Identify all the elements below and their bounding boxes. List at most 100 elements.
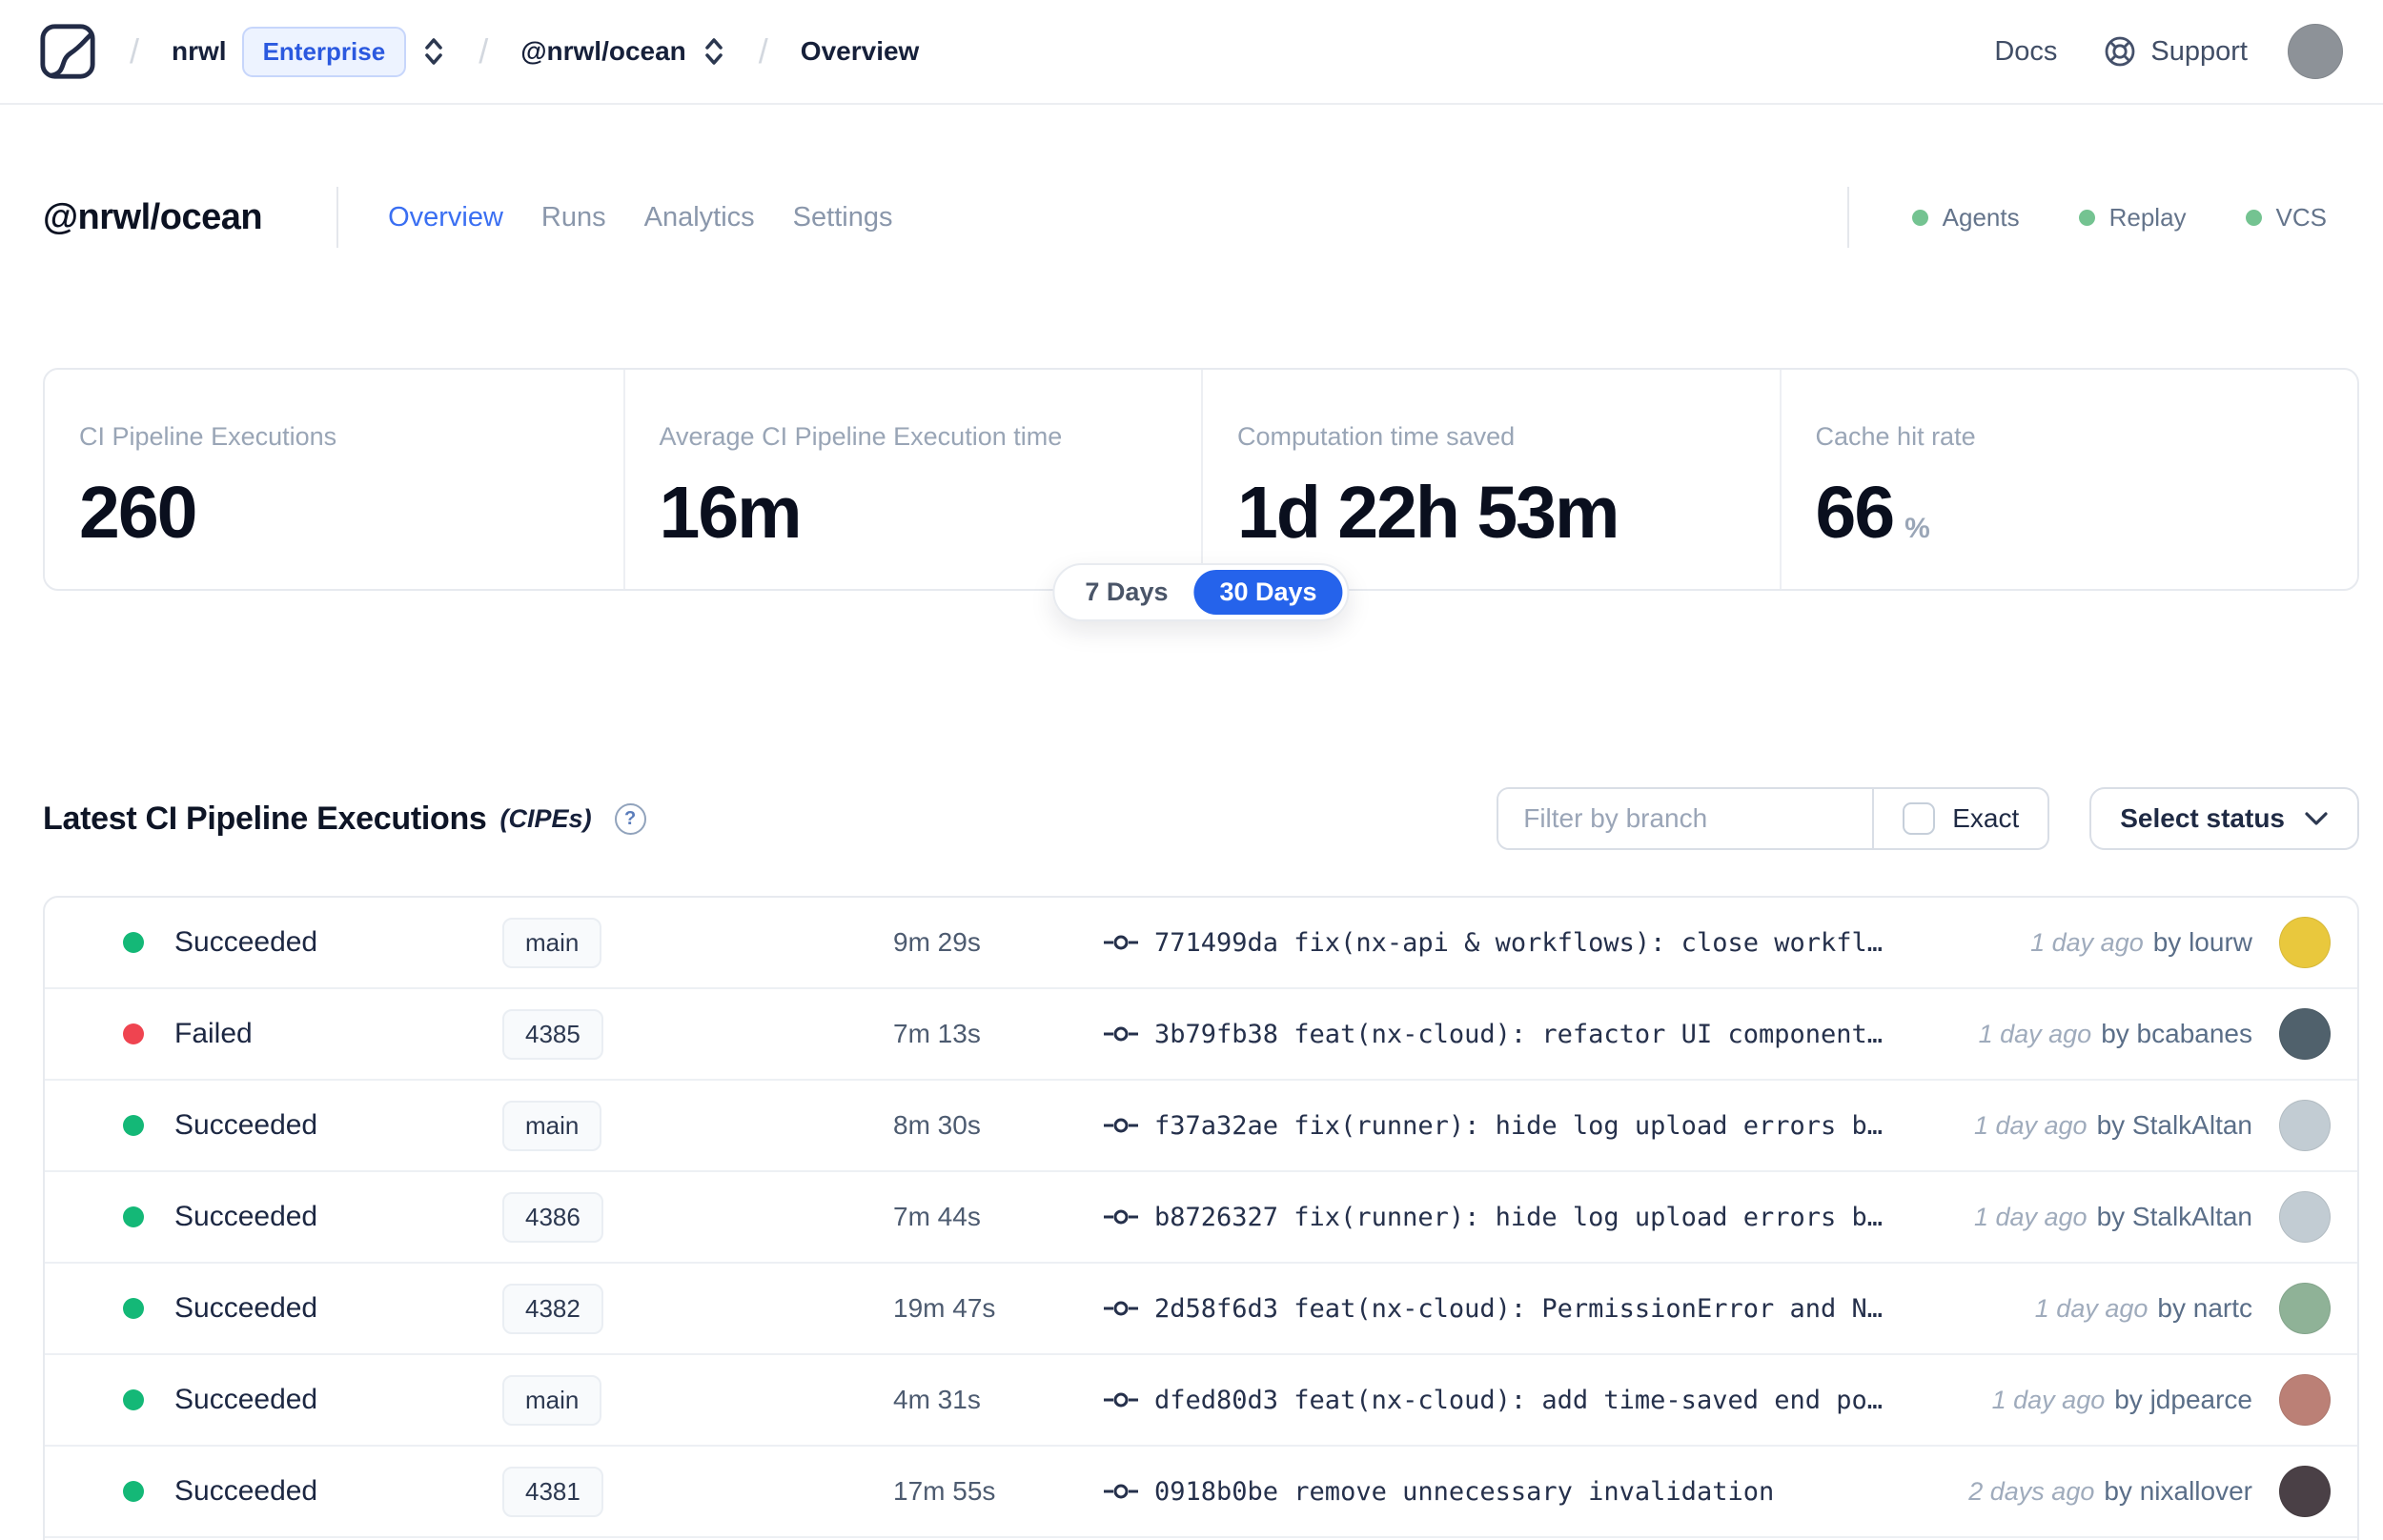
branch-badge: main <box>502 917 602 968</box>
table-row[interactable]: Failed 4385 7m 13s 3b79fb38 feat(nx-clou… <box>45 989 2357 1081</box>
author-avatar <box>2279 1008 2331 1060</box>
stat-cards: CI Pipeline Executions 260 Average CI Pi… <box>43 368 2359 591</box>
tab-analytics[interactable]: Analytics <box>644 202 755 233</box>
stat-card-average-execution-time: Average CI Pipeline Execution time 16m <box>622 370 1202 589</box>
org-selector-chevrons-icon[interactable] <box>421 35 446 68</box>
git-commit-icon <box>1104 1484 1138 1499</box>
stat-card-computation-time-saved: Computation time saved 1d 22h 53m <box>1201 370 1780 589</box>
stat-card-ci-pipeline-executions: CI Pipeline Executions 260 <box>45 370 623 589</box>
cipe-section-header: Latest CI Pipeline Executions (CIPEs) ? … <box>43 787 2359 850</box>
green-status-dot <box>2078 209 2095 226</box>
tab-runs[interactable]: Runs <box>541 202 606 233</box>
workspace-header: @nrwl/ocean Overview Runs Analytics Sett… <box>43 187 2359 248</box>
branch-badge: 4386 <box>502 1191 603 1243</box>
author: by nartc <box>2157 1293 2252 1323</box>
integration-replay[interactable]: Replay <box>2078 203 2187 233</box>
time-ago: 1 day ago <box>2030 928 2144 957</box>
git-commit-icon <box>1104 1209 1138 1225</box>
commit-message: 771499da fix(nx-api & workflows): close … <box>1154 927 1884 958</box>
commit-message: f37a32ae fix(runner): hide log upload er… <box>1154 1110 1884 1141</box>
stat-value: 1d 22h 53m <box>1237 472 1619 554</box>
commit-message: 2d58f6d3 feat(nx-cloud): PermissionError… <box>1154 1293 1884 1324</box>
git-commit-icon <box>1104 1392 1138 1408</box>
breadcrumb-separator: / <box>758 31 768 71</box>
workspace-selector-chevrons-icon[interactable] <box>702 35 726 68</box>
time-ago: 1 day ago <box>1978 1020 2092 1048</box>
branch-badge: main <box>502 1100 602 1151</box>
breadcrumb-page: Overview <box>800 36 920 66</box>
status-dot <box>123 1389 144 1410</box>
cipe-section-title: Latest CI Pipeline Executions <box>43 800 487 837</box>
duration: 7m 13s <box>893 1019 981 1048</box>
breadcrumb-separator: / <box>479 31 489 71</box>
date-range-toggle: 7 Days 30 Days <box>1052 563 1350 621</box>
range-7-days-button[interactable]: 7 Days <box>1059 570 1193 615</box>
stat-value: 16m <box>659 472 803 554</box>
status-select-dropdown[interactable]: Select status <box>2089 787 2359 850</box>
tab-settings[interactable]: Settings <box>793 202 893 233</box>
time-ago: 1 day ago <box>1991 1386 2106 1414</box>
stats-section: CI Pipeline Executions 260 Average CI Pi… <box>43 368 2359 621</box>
exact-checkbox[interactable] <box>1903 802 1936 835</box>
status-dot <box>123 932 144 953</box>
breadcrumb-workspace[interactable]: @nrwl/ocean <box>520 36 686 67</box>
commit-message: 3b79fb38 feat(nx-cloud): refactor UI com… <box>1154 1019 1884 1049</box>
author: by StalkAltan <box>2096 1202 2252 1231</box>
stat-card-cache-hit-rate: Cache hit rate 66% <box>1779 370 2358 589</box>
divider <box>336 187 339 248</box>
status-dot <box>123 1206 144 1227</box>
table-row[interactable]: Succeeded main 8m 30s f37a32ae fix(runne… <box>45 1081 2357 1172</box>
git-commit-icon <box>1104 1026 1138 1042</box>
help-icon[interactable]: ? <box>614 802 646 835</box>
top-navigation-bar: / nrwl Enterprise / @nrwl/ocean / Overvi… <box>0 0 2383 105</box>
author: by jdpearce <box>2114 1385 2252 1414</box>
author-avatar <box>2279 1191 2331 1243</box>
user-avatar[interactable] <box>2288 24 2343 79</box>
stat-value: 66% <box>1815 472 1930 554</box>
integration-agents[interactable]: Agents <box>1911 203 2020 233</box>
workspace-tabs: Overview Runs Analytics Settings <box>388 202 892 233</box>
table-row[interactable]: Succeeded main 4m 31s dfed80d3 feat(nx-c… <box>45 1355 2357 1447</box>
duration: 8m 30s <box>893 1110 981 1140</box>
time-ago: 2 days ago <box>1968 1477 2095 1506</box>
author-avatar <box>2279 1466 2331 1517</box>
author: by StalkAltan <box>2096 1110 2252 1140</box>
table-row[interactable]: Succeeded 4382 19m 47s 2d58f6d3 feat(nx-… <box>45 1264 2357 1355</box>
integration-vcs[interactable]: VCS <box>2245 203 2327 233</box>
status-dot <box>123 1298 144 1319</box>
tab-overview[interactable]: Overview <box>388 202 503 233</box>
author: by lourw <box>2152 927 2252 957</box>
author-avatar <box>2279 917 2331 968</box>
table-row[interactable]: Succeeded main 9m 29s 771499da fix(nx-ap… <box>45 898 2357 989</box>
green-status-dot <box>1911 209 1928 226</box>
workspace-title: @nrwl/ocean <box>43 196 263 237</box>
status-dot <box>123 1023 144 1044</box>
status-dot <box>123 1481 144 1502</box>
branch-filter-group: Exact <box>1497 787 2050 850</box>
docs-link[interactable]: Docs <box>1994 36 2057 68</box>
duration: 17m 55s <box>893 1476 996 1506</box>
breadcrumb-separator: / <box>130 31 140 71</box>
author: by bcabanes <box>2101 1019 2252 1048</box>
table-row[interactable]: Succeeded 4381 17m 55s 0918b0be remove u… <box>45 1447 2357 1538</box>
author-avatar <box>2279 1374 2331 1426</box>
author: by nixallover <box>2104 1476 2252 1506</box>
range-30-days-button[interactable]: 30 Days <box>1193 570 1343 615</box>
support-link[interactable]: Support <box>2103 34 2248 69</box>
git-commit-icon <box>1104 935 1138 950</box>
git-commit-icon <box>1104 1118 1138 1133</box>
chevron-down-icon <box>2305 812 2328 825</box>
branch-filter-input[interactable] <box>1498 789 1873 848</box>
exact-match-toggle[interactable]: Exact <box>1874 789 2047 848</box>
integration-status-list: Agents Replay VCS <box>1911 203 2327 233</box>
breadcrumb-org[interactable]: nrwl <box>172 36 227 67</box>
duration: 9m 29s <box>893 927 981 957</box>
branch-badge: 4382 <box>502 1283 603 1334</box>
percent-suffix: % <box>1904 513 1930 544</box>
table-row[interactable]: Succeeded 4386 7m 44s b8726327 fix(runne… <box>45 1172 2357 1264</box>
commit-message: b8726327 fix(runner): hide log upload er… <box>1154 1202 1884 1232</box>
lifebuoy-icon <box>2106 36 2135 67</box>
nx-cloud-logo-icon[interactable] <box>38 22 97 81</box>
duration: 7m 44s <box>893 1202 981 1231</box>
branch-badge: 4385 <box>502 1008 603 1060</box>
